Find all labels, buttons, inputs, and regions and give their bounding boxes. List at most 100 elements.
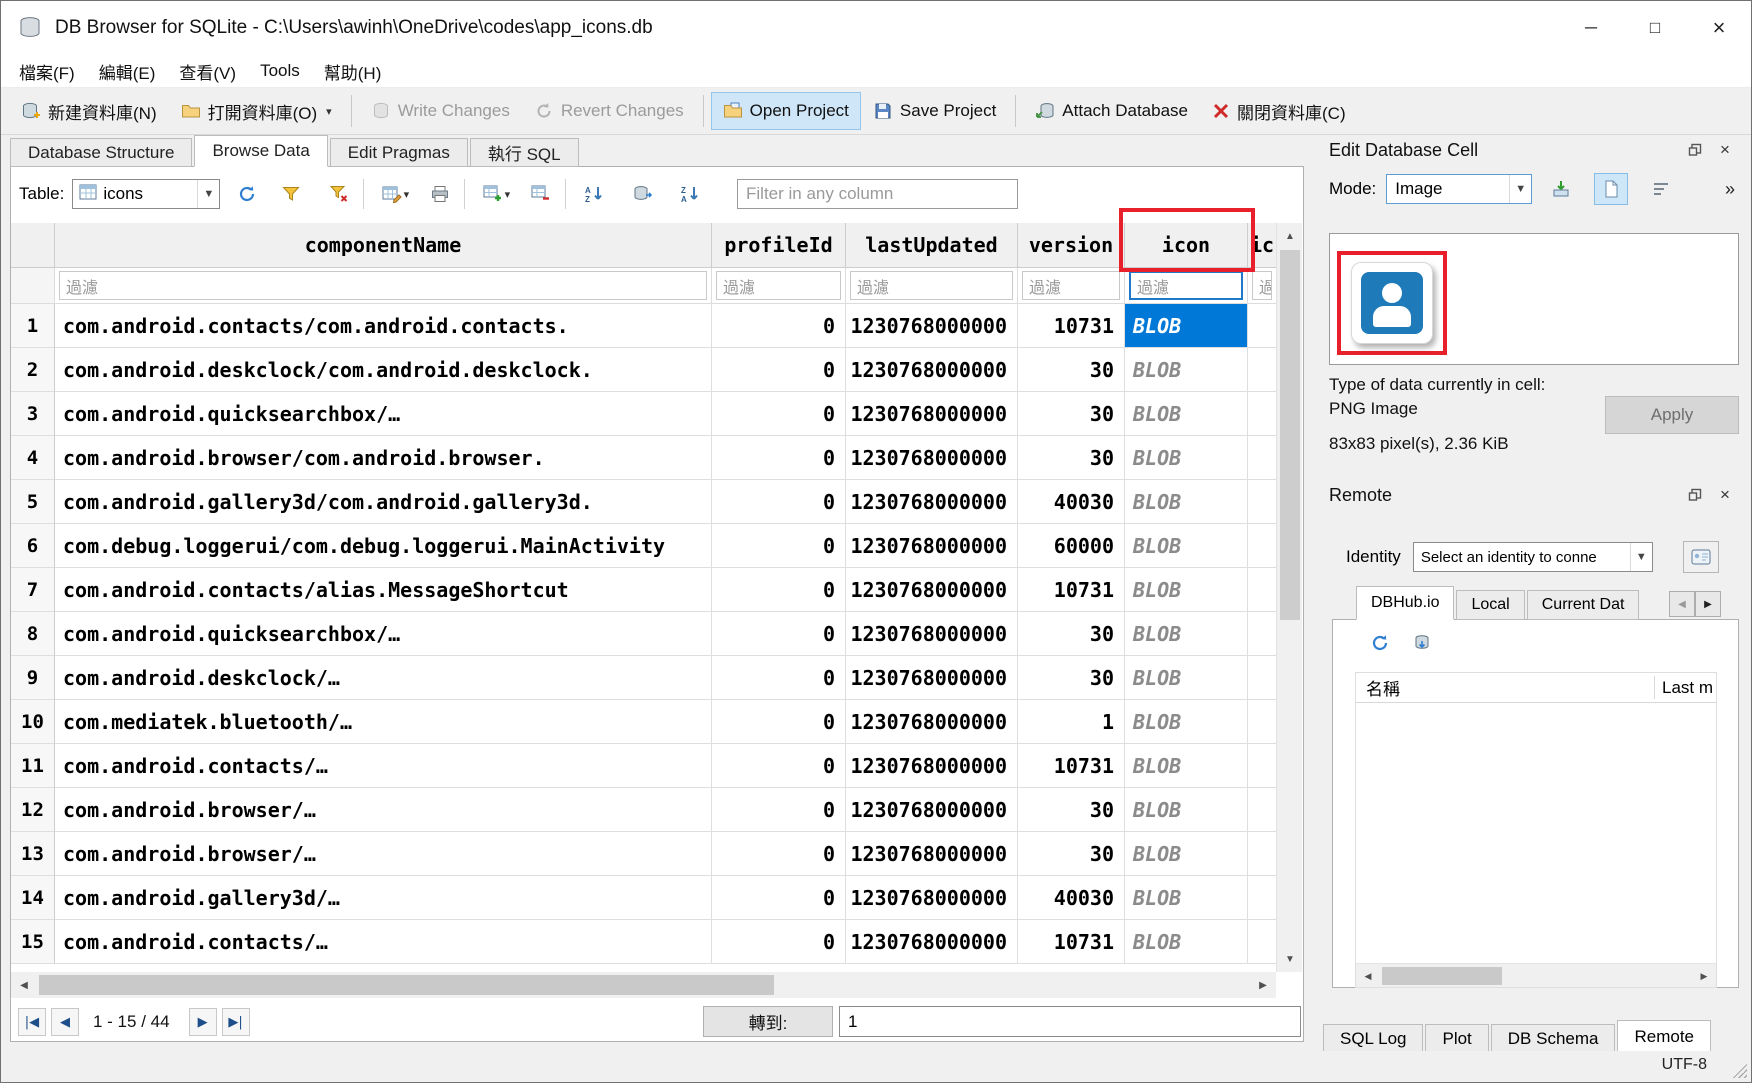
scroll-left-arrow[interactable]: ◀ <box>11 972 37 998</box>
filter-input-lastupdated[interactable]: 過濾 <box>850 271 1013 300</box>
profileid-cell[interactable]: 0 <box>712 392 846 436</box>
componentname-cell[interactable]: com.android.contacts/alias.MessageShortc… <box>55 568 712 612</box>
icon-blob-cell[interactable]: BLOB <box>1125 392 1248 436</box>
partial-cell[interactable] <box>1248 480 1276 524</box>
componentname-cell[interactable]: com.debug.loggerui/com.debug.loggerui.Ma… <box>55 524 712 568</box>
revert-changes-button[interactable]: Revert Changes <box>522 92 696 130</box>
icon-blob-cell[interactable]: BLOB <box>1125 788 1248 832</box>
row-number-cell[interactable]: 9 <box>11 656 55 700</box>
row-number-cell[interactable]: 13 <box>11 832 55 876</box>
lastupdated-cell[interactable]: 1230768000000 <box>846 392 1018 436</box>
partial-cell[interactable] <box>1248 348 1276 392</box>
clone-database-button[interactable] <box>1409 630 1435 656</box>
version-cell[interactable]: 10731 <box>1018 744 1125 788</box>
table-row[interactable]: 6 com.debug.loggerui/com.debug.loggerui.… <box>11 524 1276 568</box>
export-data-button[interactable] <box>1594 173 1628 205</box>
tab-db-schema[interactable]: DB Schema <box>1491 1024 1616 1053</box>
open-database-dropdown-arrow[interactable]: ▾ <box>326 105 332 118</box>
filter-input-partial[interactable]: 過濾 <box>1252 271 1272 300</box>
icon-blob-cell[interactable]: BLOB <box>1125 348 1248 392</box>
toolbar-overflow-button[interactable]: » <box>1725 179 1735 200</box>
componentname-cell[interactable]: com.android.contacts/com.android.contact… <box>55 304 712 348</box>
componentname-cell[interactable]: com.android.contacts/… <box>55 744 712 788</box>
partial-cell[interactable] <box>1248 744 1276 788</box>
partial-cell[interactable] <box>1248 700 1276 744</box>
partial-cell[interactable] <box>1248 920 1276 964</box>
row-number-cell[interactable]: 6 <box>11 524 55 568</box>
row-number-cell[interactable]: 11 <box>11 744 55 788</box>
profileid-cell[interactable]: 0 <box>712 920 846 964</box>
remote-refresh-button[interactable] <box>1367 630 1393 656</box>
column-divider[interactable] <box>1654 676 1655 699</box>
table-row[interactable]: 12 com.android.browser/… 0 1230768000000… <box>11 788 1276 832</box>
lastupdated-cell[interactable]: 1230768000000 <box>846 788 1018 832</box>
sort-descending-button[interactable]: ZA <box>675 179 705 209</box>
name-column-header[interactable]: 名稱 <box>1366 675 1400 700</box>
componentname-cell[interactable]: com.android.deskclock/com.android.deskcl… <box>55 348 712 392</box>
profileid-cell[interactable]: 0 <box>712 700 846 744</box>
icon-blob-cell[interactable]: BLOB <box>1125 656 1248 700</box>
row-number-cell[interactable]: 12 <box>11 788 55 832</box>
version-cell[interactable]: 30 <box>1018 832 1125 876</box>
open-database-button[interactable]: 打開資料庫(O) ▾ <box>169 92 344 130</box>
resize-grip[interactable] <box>1732 1063 1747 1078</box>
float-panel-button[interactable] <box>1685 485 1705 505</box>
table-row[interactable]: 10 com.mediatek.bluetooth/… 0 1230768000… <box>11 700 1276 744</box>
goto-button[interactable]: 轉到: <box>703 1006 833 1037</box>
partial-cell[interactable] <box>1248 304 1276 348</box>
profileid-cell[interactable]: 0 <box>712 876 846 920</box>
tab-browse-data[interactable]: Browse Data <box>194 135 327 167</box>
icon-blob-cell[interactable]: BLOB <box>1125 832 1248 876</box>
goto-record-input[interactable] <box>839 1006 1301 1037</box>
new-database-button[interactable]: 新建資料庫(N) <box>9 92 169 130</box>
encoding-indicator[interactable]: UTF-8 <box>1662 1056 1707 1074</box>
version-cell[interactable]: 30 <box>1018 612 1125 656</box>
partial-cell[interactable] <box>1248 788 1276 832</box>
column-header-profileid[interactable]: profileId <box>712 223 846 268</box>
profileid-cell[interactable]: 0 <box>712 348 846 392</box>
tab-dbhub[interactable]: DBHub.io <box>1356 586 1454 620</box>
next-records-button[interactable]: ▶ <box>189 1008 217 1036</box>
menu-tools[interactable]: Tools <box>248 57 312 85</box>
filter-button[interactable] <box>276 179 306 209</box>
row-number-cell[interactable]: 10 <box>11 700 55 744</box>
table-row[interactable]: 14 com.android.gallery3d/… 0 12307680000… <box>11 876 1276 920</box>
icon-blob-cell[interactable]: BLOB <box>1125 920 1248 964</box>
open-project-button[interactable]: Open Project <box>711 92 861 130</box>
lastupdated-cell[interactable]: 1230768000000 <box>846 700 1018 744</box>
partial-cell[interactable] <box>1248 436 1276 480</box>
row-number-cell[interactable]: 2 <box>11 348 55 392</box>
menu-edit[interactable]: 編輯(E) <box>87 55 168 88</box>
icon-blob-cell[interactable]: BLOB <box>1125 568 1248 612</box>
row-number-cell[interactable]: 1 <box>11 304 55 348</box>
table-row[interactable]: 8 com.android.quicksearchbox/… 0 1230768… <box>11 612 1276 656</box>
version-cell[interactable]: 10731 <box>1018 568 1125 612</box>
version-cell[interactable]: 10731 <box>1018 920 1125 964</box>
refresh-table-button[interactable] <box>232 179 262 209</box>
table-row[interactable]: 13 com.android.browser/… 0 1230768000000… <box>11 832 1276 876</box>
profileid-cell[interactable]: 0 <box>712 480 846 524</box>
icon-blob-cell[interactable]: BLOB <box>1125 612 1248 656</box>
componentname-cell[interactable]: com.mediatek.bluetooth/… <box>55 700 712 744</box>
icon-blob-cell[interactable]: BLOB <box>1125 436 1248 480</box>
componentname-cell[interactable]: com.android.contacts/… <box>55 920 712 964</box>
table-row[interactable]: 4 com.android.browser/com.android.browse… <box>11 436 1276 480</box>
scroll-right-arrow[interactable]: ▶ <box>1250 972 1276 998</box>
row-number-cell[interactable]: 7 <box>11 568 55 612</box>
filter-input-icon[interactable]: 過濾 <box>1129 271 1243 300</box>
row-number-cell[interactable]: 4 <box>11 436 55 480</box>
sort-ascending-button[interactable]: AZ <box>579 179 609 209</box>
version-cell[interactable]: 60000 <box>1018 524 1125 568</box>
lastupdated-cell[interactable]: 1230768000000 <box>846 744 1018 788</box>
icon-blob-cell[interactable]: BLOB <box>1125 480 1248 524</box>
tab-current-database[interactable]: Current Dat <box>1527 590 1640 620</box>
menu-help[interactable]: 幫助(H) <box>312 55 394 88</box>
filter-any-column-input[interactable] <box>737 179 1018 209</box>
componentname-cell[interactable]: com.android.browser/… <box>55 788 712 832</box>
componentname-cell[interactable]: com.android.gallery3d/… <box>55 876 712 920</box>
close-panel-button[interactable]: × <box>1715 485 1735 505</box>
lastupdated-cell[interactable]: 1230768000000 <box>846 876 1018 920</box>
edit-table-cells-button[interactable]: ▾ <box>373 179 417 209</box>
horizontal-scrollbar-thumb[interactable] <box>39 975 774 995</box>
clear-filters-button[interactable] <box>324 179 354 209</box>
